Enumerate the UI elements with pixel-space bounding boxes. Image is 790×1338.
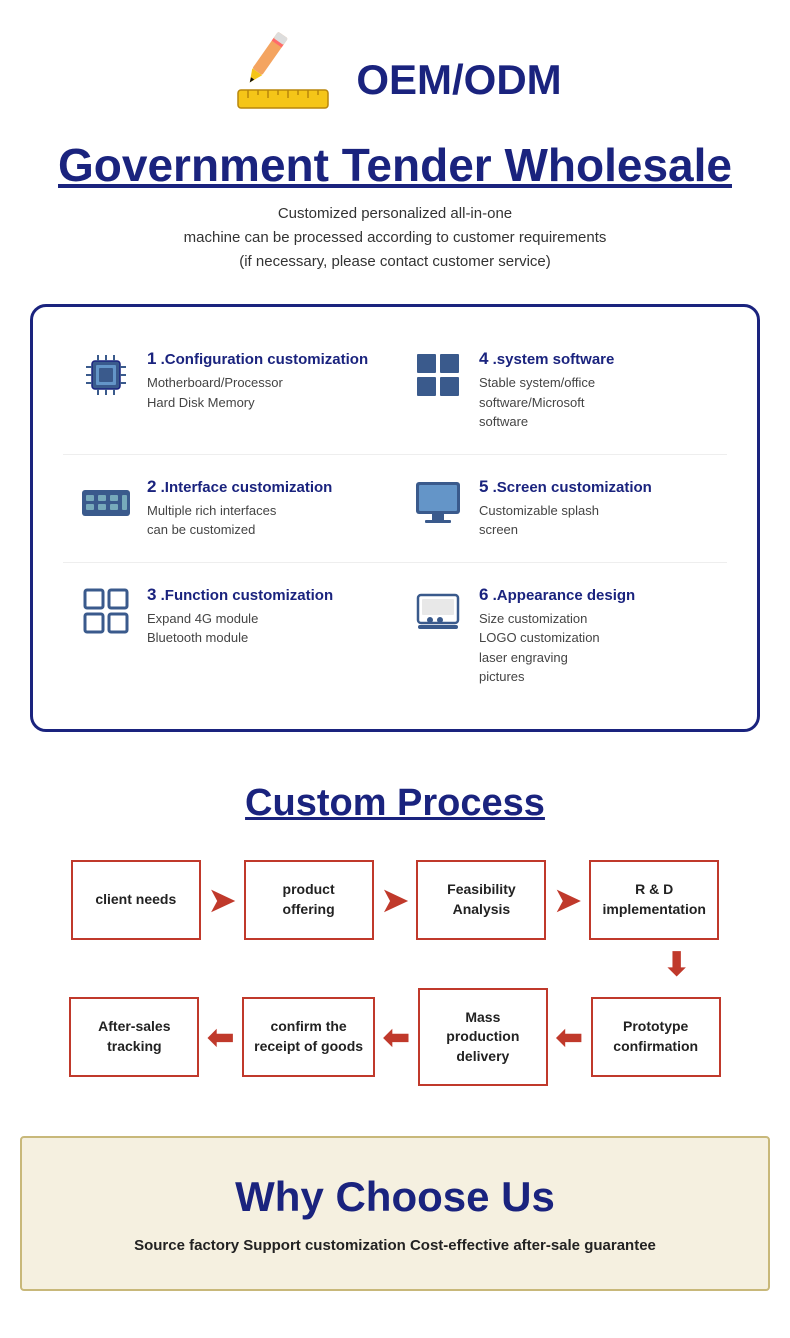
io-port-icon (78, 477, 133, 538)
process-row-2: After-salestracking ⬅ confirm thereceipt… (20, 988, 770, 1087)
oem-title: OEM/ODM (356, 56, 561, 104)
why-title: Why Choose Us (52, 1173, 738, 1221)
item-5-text: 5 .Screen customization Customizable spl… (479, 477, 652, 540)
process-row-1: client needs ➤ productoffering ➤ Feasibi… (20, 860, 770, 940)
item-5-desc: Customizable splashscreen (479, 501, 652, 540)
item-4-title: 4 .system software (479, 349, 614, 369)
process-client-needs: client needs (71, 860, 201, 940)
custom-item-5: 5 .Screen customization Customizable spl… (395, 455, 727, 563)
item-2-title: 2 .Interface customization (147, 477, 332, 497)
process-section: Custom Process client needs ➤ productoff… (0, 752, 790, 1107)
monitor-icon (410, 477, 465, 538)
gov-title: Government Tender Wholesale (40, 138, 750, 192)
customization-box: 1 .Configuration customization Motherboa… (30, 304, 760, 732)
item-5-title: 5 .Screen customization (479, 477, 652, 497)
process-rd: R & Dimplementation (589, 860, 719, 940)
cpu-icon (78, 349, 133, 410)
process-mass-production: Massproductiondelivery (418, 988, 548, 1087)
item-2-text: 2 .Interface customization Multiple rich… (147, 477, 332, 540)
custom-item-2: 2 .Interface customization Multiple rich… (63, 455, 395, 563)
custom-item-4: 4 .system software Stable system/offices… (395, 327, 727, 455)
arrow-left-1: ⬅ (207, 1018, 234, 1056)
item-3-desc: Expand 4G moduleBluetooth module (147, 609, 333, 648)
device-icon (410, 585, 465, 646)
item-1-text: 1 .Configuration customization Motherboa… (147, 349, 368, 412)
process-feasibility: FeasibilityAnalysis (416, 860, 546, 940)
arrow-right-1: ➤ (209, 881, 236, 919)
item-3-title: 3 .Function customization (147, 585, 333, 605)
arrow-right-3: ➤ (554, 881, 581, 919)
why-subtitle: Source factory Support customization Cos… (52, 1237, 738, 1254)
pencil-ruler-icon (228, 30, 338, 130)
item-6-title: 6 .Appearance design (479, 585, 635, 605)
custom-item-6: 6 .Appearance design Size customizationL… (395, 563, 727, 709)
item-1-desc: Motherboard/ProcessorHard Disk Memory (147, 373, 368, 412)
item-2-desc: Multiple rich interfacescan be customize… (147, 501, 332, 540)
windows-icon (410, 349, 465, 410)
item-6-text: 6 .Appearance design Size customizationL… (479, 585, 635, 687)
custom-item-3: 3 .Function customization Expand 4G modu… (63, 563, 395, 709)
why-section: Why Choose Us Source factory Support cus… (20, 1136, 770, 1291)
item-3-text: 3 .Function customization Expand 4G modu… (147, 585, 333, 648)
arrow-down-container: ⬇ (20, 945, 770, 983)
process-aftersales: After-salestracking (69, 997, 199, 1077)
header-top: OEM/ODM (40, 30, 750, 130)
arrow-left-2: ⬅ (383, 1018, 410, 1056)
grid-modules-icon (78, 585, 133, 646)
arrow-down-icon: ⬇ (663, 945, 690, 983)
process-product-offering: productoffering (244, 860, 374, 940)
custom-item-1: 1 .Configuration customization Motherboa… (63, 327, 395, 455)
subtitle: Customized personalized all-in-onemachin… (40, 202, 750, 274)
header-section: OEM/ODM Government Tender Wholesale Cust… (0, 0, 790, 284)
process-confirm-receipt: confirm thereceipt of goods (242, 997, 375, 1077)
item-4-desc: Stable system/officesoftware/Microsoftso… (479, 373, 614, 432)
process-prototype: Prototypeconfirmation (591, 997, 721, 1077)
item-4-text: 4 .system software Stable system/offices… (479, 349, 614, 432)
customization-grid: 1 .Configuration customization Motherboa… (63, 327, 727, 709)
arrow-left-3: ⬅ (556, 1018, 583, 1056)
arrow-right-2: ➤ (382, 881, 409, 919)
item-6-desc: Size customizationLOGO customizationlase… (479, 609, 635, 687)
item-1-title: 1 .Configuration customization (147, 349, 368, 369)
process-title: Custom Process (20, 782, 770, 825)
